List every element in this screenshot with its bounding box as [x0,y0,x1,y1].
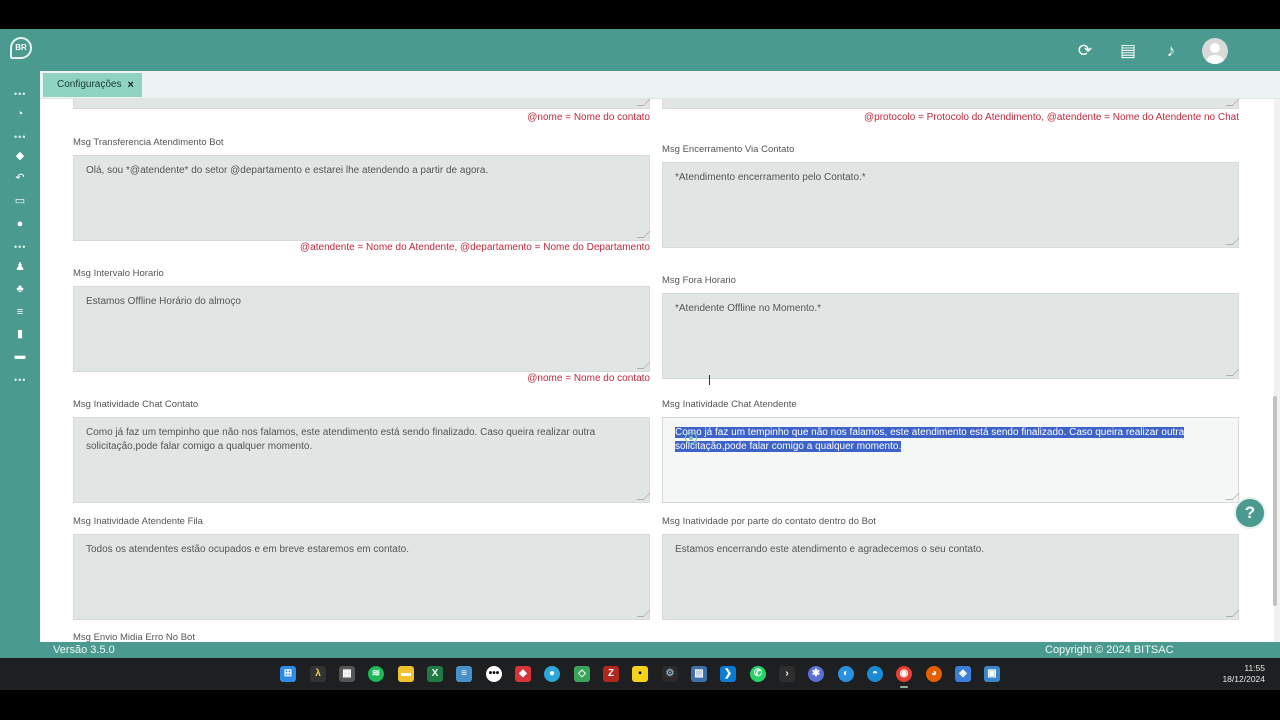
app-circle-icon[interactable]: ● [544,666,560,682]
refresh-icon[interactable]: ⟳ [1074,40,1096,62]
chrome-icon[interactable]: ◉ [896,666,912,682]
app-diamond-icon[interactable]: ◇ [574,666,590,682]
tab-bar: Configurações × [40,71,1280,99]
clock-time: 11:55 [1244,663,1265,673]
app-gear-icon[interactable]: ✱ [808,666,824,682]
app-dots-icon[interactable]: ••• [486,666,502,682]
sidebar-divider: ••• [14,375,27,385]
textarea-transferencia-bot[interactable]: Olá, sou *@atendente* do setor @departam… [73,155,650,241]
excel-icon[interactable]: X [427,666,443,682]
tab-label: Configurações [57,79,122,90]
textarea-inatividade-chat-atendente[interactable]: Como já faz um tempinho que não nos fala… [662,417,1239,503]
label-fora-horario: Msg Fora Horario [662,275,736,286]
textarea-inatividade-chat-contato[interactable]: Como já faz um tempinho que não nos fala… [73,417,650,503]
spotify-icon[interactable]: ≋ [368,666,384,682]
app-lambda-icon[interactable]: λ [310,666,326,682]
notepad-icon[interactable]: ≡ [456,666,472,682]
hint-top-left: @nome = Nome do contato [527,112,650,123]
anydesk-icon[interactable]: ◆ [515,666,531,682]
textarea-inatividade-atendente-fila[interactable]: Todos os atendentes estão ocupados e em … [73,534,650,620]
whatsapp-icon[interactable]: ✆ [750,666,766,682]
app-version: Versão 3.5.0 [53,644,115,656]
label-envio-midia-erro: Msg Envio Midia Erro No Bot [73,632,195,642]
hint-transferencia-bot: @atendente = Nome do Atendente, @departa… [300,242,650,253]
top-bar-actions: ⟳ ▤ ♪ [1053,38,1228,64]
close-icon[interactable]: × [127,73,133,97]
selected-text-line-1: Como já faz um tempinho que não nos fala… [675,427,1185,438]
mouse-cursor-indicator [685,432,697,444]
filezilla-icon[interactable]: Z [603,666,619,682]
sticky-notes-icon[interactable]: ▪ [632,666,648,682]
tab-configuracoes[interactable]: Configurações × [43,73,142,97]
label-inatividade-chat-atendente: Msg Inatividade Chat Atendente [662,399,797,410]
copyright: Copyright © 2024 BITSAC [1045,644,1174,656]
card-icon[interactable]: ▬ [12,349,28,363]
textarea-encerramento-contato[interactable]: *Atendimento encerramento pelo Contato.* [662,162,1239,248]
label-inatividade-contato-bot: Msg Inatividade por parte do contato den… [662,516,876,527]
terminal-icon[interactable]: › [779,666,795,682]
textarea-intervalo-horario[interactable]: Estamos Offline Horário do almoço [73,286,650,372]
textarea-fora-horario[interactable]: *Atendente Offline no Momento.* [662,293,1239,379]
folder-icon[interactable]: ▬ [398,666,414,682]
calculator-icon[interactable]: ▦ [339,666,355,682]
sidebar-divider: ••• [14,89,27,99]
textarea-inatividade-contato-bot[interactable]: Estamos encerrando este atendimento e ag… [662,534,1239,620]
app-window-icon[interactable]: ▣ [984,666,1000,682]
sidebar: BR ••• ◔ ••• ◆ ↶ ▭ ● ••• ♟ ♣ ≡ ▮ ▬ ••• [0,29,40,658]
app-image-icon[interactable]: ▨ [691,666,707,682]
hint-intervalo-horario: @nome = Nome do contato [527,373,650,384]
settings-form: @nome = Nome do contato @protocolo = Pro… [40,99,1274,642]
footer: Versão 3.5.0 Copyright © 2024 BITSAC [0,642,1280,658]
edge-icon[interactable]: ◓ [867,666,883,682]
clock-date: 18/12/2024 [1222,674,1265,684]
hint-top-right: @protocolo = Protocolo do Atendimento, @… [864,112,1239,123]
taskbar-active-indicator [900,686,908,688]
vscode-icon[interactable]: ❯ [720,666,736,682]
tag-icon[interactable]: ◆ [12,149,28,163]
top-bar: ⟳ ▤ ♪ [0,29,1280,71]
logo-icon[interactable]: BR [10,37,32,59]
label-encerramento-contato: Msg Encerramento Via Contato [662,144,795,155]
avatar[interactable] [1202,38,1228,64]
user-icon[interactable]: ● [12,217,28,231]
sidebar-divider: ••• [14,242,27,252]
app-diamond-blue-icon[interactable]: ◈ [955,666,971,682]
label-inatividade-atendente-fila: Msg Inatividade Atendente Fila [73,516,203,527]
reply-icon[interactable]: ↶ [12,171,28,185]
windows-start-icon[interactable]: ⊞ [280,666,296,682]
label-inatividade-chat-contato: Msg Inatividade Chat Contato [73,399,199,410]
textbox-partial-left[interactable] [73,99,650,109]
sliders-icon[interactable]: ≡ [12,305,28,319]
app-settings-icon[interactable]: ⚙ [662,666,678,682]
selected-text-line-2: solicitação,pode falar comigo a qualquer… [675,441,902,452]
firefox-icon[interactable]: ◕ [926,666,942,682]
sidebar-divider: ••• [14,132,27,142]
bell-icon[interactable]: ♪ [1160,40,1182,62]
message-icon[interactable]: ▤ [1117,40,1139,62]
sitemap-icon[interactable]: ♣ [12,282,28,296]
os-taskbar: ⊞ λ ▦ ≋ ▬ X ≡ ••• ◆ ● ◇ Z ▪ ⚙ ▨ ❯ ✆ › ✱ … [0,658,1280,690]
label-intervalo-horario: Msg Intervalo Horario [73,268,164,279]
app-globe-icon[interactable]: ◐ [838,666,854,682]
system-clock[interactable]: 11:55 18/12/2024 [1222,663,1265,685]
help-button[interactable]: ? [1234,497,1266,529]
bookmark-icon[interactable]: ▮ [12,327,28,341]
text-cursor [709,375,710,385]
textbox-partial-right[interactable] [662,99,1239,109]
dashboard-icon[interactable]: ◔ [12,107,28,121]
label-transferencia-bot: Msg Transferencia Atendimento Bot [73,137,224,148]
users-icon[interactable]: ♟ [12,260,28,274]
app-window: ⟳ ▤ ♪ BR ••• ◔ ••• ◆ ↶ ▭ ● ••• ♟ ♣ ≡ ▮ ▬… [0,29,1280,658]
id-card-icon[interactable]: ▭ [12,194,28,208]
